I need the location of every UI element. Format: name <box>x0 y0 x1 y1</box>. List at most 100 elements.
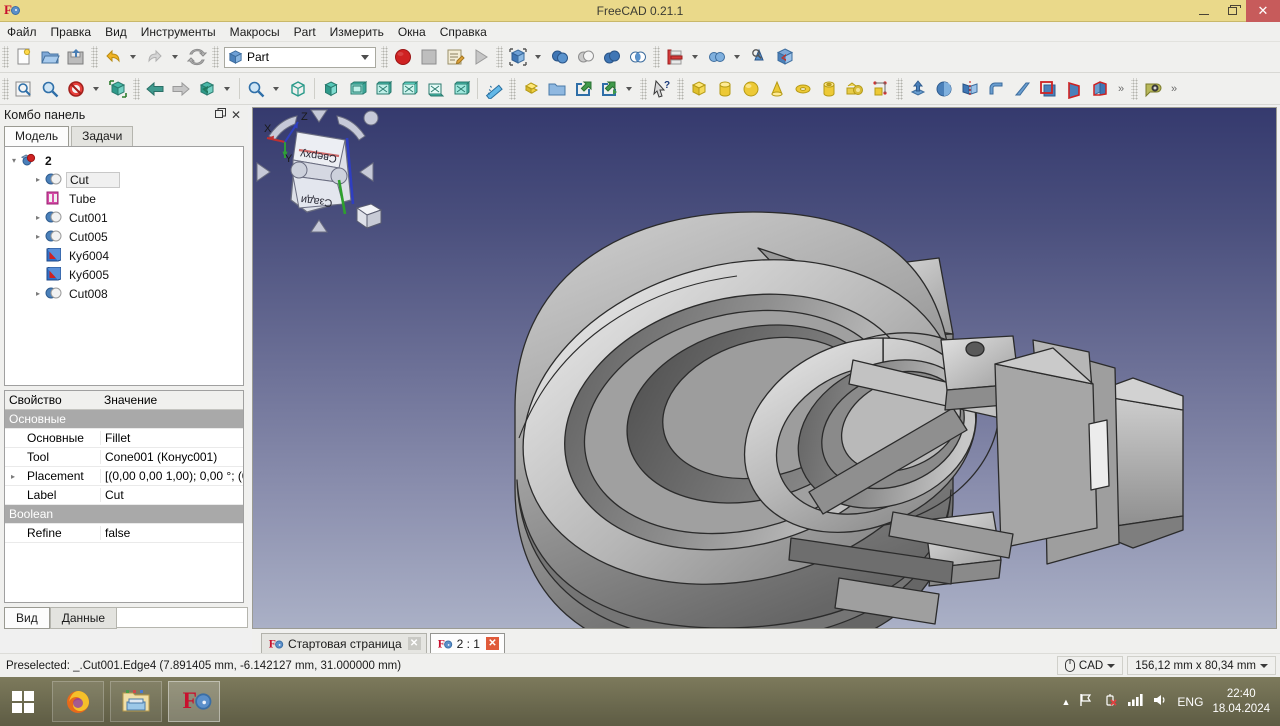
std-view-dropdown-icon[interactable] <box>220 76 236 102</box>
edit-note-icon[interactable] <box>442 44 468 70</box>
boolean-fragments-icon[interactable] <box>704 44 730 70</box>
sphere-primitive-icon[interactable] <box>738 76 764 102</box>
navigation-mode-selector[interactable]: CAD <box>1056 656 1124 675</box>
menu-tools[interactable]: Инструменты <box>134 22 223 42</box>
box-selection-dropdown-icon[interactable] <box>531 44 547 70</box>
cross-sections-icon[interactable] <box>662 44 688 70</box>
freecad-taskbar-icon[interactable]: F <box>168 681 220 722</box>
tree-expander[interactable]: ▸ <box>31 213 45 222</box>
tree-item-cut[interactable]: ▸ Cut <box>7 170 241 189</box>
doc-tab-document-2[interactable]: F 2 : 1 ✕ <box>429 633 505 653</box>
tab-tasks[interactable]: Задачи <box>71 126 134 146</box>
menu-macros[interactable]: Макросы <box>223 22 287 42</box>
property-value[interactable]: Cut <box>100 488 243 502</box>
property-expander[interactable]: ▸ <box>11 472 15 481</box>
cross-sections-dropdown-icon[interactable] <box>688 44 704 70</box>
check-geometry-icon[interactable] <box>746 44 772 70</box>
union-icon[interactable] <box>599 44 625 70</box>
cylinder-primitive-icon[interactable] <box>712 76 738 102</box>
tree-expander[interactable]: ▸ <box>31 289 45 298</box>
redo-dropdown-icon[interactable] <box>168 44 184 70</box>
3d-viewport[interactable]: Сверху Сзади X Y Z <box>252 107 1277 629</box>
front-view-icon[interactable] <box>318 76 344 102</box>
box-selection-icon[interactable] <box>505 44 531 70</box>
bottom-view-icon[interactable] <box>422 76 448 102</box>
close-panel-icon[interactable]: ✕ <box>228 108 244 122</box>
model-tree[interactable]: ▾ 2 ▸ Cut Tube ▸ Cut001 ▸ Cut005 Куб004 … <box>4 146 244 386</box>
toolbar-grip-6[interactable] <box>653 46 660 68</box>
import-icon[interactable] <box>570 76 596 102</box>
whats-this-icon[interactable]: ? <box>649 76 675 102</box>
execute-macro-icon[interactable] <box>468 44 494 70</box>
property-row-placement[interactable]: ▸ Placement [(0,00 0,00 1,00); 0,00 °; (… <box>5 467 243 486</box>
dimension-caret[interactable] <box>1260 663 1268 668</box>
show-hidden-icons-button[interactable]: ▲ <box>1062 697 1071 707</box>
close-button[interactable]: ✕ <box>1246 0 1280 22</box>
property-value[interactable]: Cone001 (Конус001) <box>100 450 243 464</box>
property-value[interactable]: false <box>100 526 243 540</box>
box-primitive-icon[interactable] <box>686 76 712 102</box>
property-group-basic[interactable]: Основные <box>5 410 243 429</box>
undo-icon[interactable] <box>100 44 126 70</box>
tab-view[interactable]: Вид <box>4 607 50 629</box>
menu-edit[interactable]: Правка <box>44 22 99 42</box>
workbench-dropdown-icon[interactable] <box>361 54 369 60</box>
redo-icon[interactable] <box>142 44 168 70</box>
dimension-indicator[interactable]: 156,12 mm x 80,34 mm <box>1127 656 1276 675</box>
tree-item-kub005[interactable]: Куб005 <box>7 265 241 284</box>
cone-primitive-icon[interactable] <box>764 76 790 102</box>
new-document-icon[interactable] <box>11 44 37 70</box>
tree-expander[interactable]: ▸ <box>31 175 45 184</box>
tree-item-document[interactable]: ▾ 2 <box>7 151 241 170</box>
doc-tab-start-page[interactable]: F Стартовая страница ✕ <box>261 633 427 653</box>
measure-icon[interactable] <box>481 76 507 102</box>
sweep-icon[interactable] <box>1087 76 1113 102</box>
property-editor[interactable]: Свойство Значение Основные Основные Fill… <box>4 390 244 603</box>
right-view-icon[interactable] <box>370 76 396 102</box>
navigation-mode-caret[interactable] <box>1107 663 1116 668</box>
open-document-icon[interactable] <box>37 44 63 70</box>
doc-tab-close-icon[interactable]: ✕ <box>485 637 499 650</box>
tree-expander[interactable]: ▸ <box>31 232 45 241</box>
extrude-icon[interactable] <box>518 76 544 102</box>
toolbar-grip-4[interactable] <box>381 46 388 68</box>
doc-tab-close-icon[interactable]: ✕ <box>407 637 421 650</box>
clock[interactable]: 22:40 18.04.2024 <box>1212 687 1270 717</box>
toolbar2-grip-4[interactable] <box>640 77 647 100</box>
toolbar-grip-3[interactable] <box>212 46 219 68</box>
intersection-icon[interactable] <box>625 44 651 70</box>
refine-shape-icon[interactable] <box>772 44 798 70</box>
refresh-icon[interactable] <box>184 44 210 70</box>
toolbar2-grip-7[interactable] <box>1131 77 1138 100</box>
language-indicator[interactable]: ENG <box>1177 695 1203 709</box>
property-row-tool[interactable]: Tool Cone001 (Конус001) <box>5 448 243 467</box>
primitives-icon[interactable] <box>868 76 894 102</box>
menu-help[interactable]: Справка <box>433 22 494 42</box>
ruled-surface-icon[interactable] <box>1035 76 1061 102</box>
toolbar-grip-2[interactable] <box>91 46 98 68</box>
minimize-button[interactable] <box>1190 0 1218 22</box>
draw-style-icon[interactable] <box>63 76 89 102</box>
flag-icon[interactable] <box>1079 693 1094 710</box>
tree-item-cut005[interactable]: ▸ Cut005 <box>7 227 241 246</box>
property-value[interactable]: Fillet <box>100 431 243 445</box>
sphere-red-icon[interactable] <box>390 44 416 70</box>
property-row-refine[interactable]: Refine false <box>5 524 243 543</box>
mirror-icon[interactable] <box>957 76 983 102</box>
compound-icon[interactable] <box>573 44 599 70</box>
axonometric-icon[interactable] <box>285 76 311 102</box>
menu-file[interactable]: Файл <box>0 22 44 42</box>
toolbar2-grip-3[interactable] <box>509 77 516 100</box>
toolbar2-grip-5[interactable] <box>677 77 684 100</box>
tab-model[interactable]: Модель <box>4 126 70 146</box>
tube-primitive-icon[interactable] <box>816 76 842 102</box>
toolbar2-grip-6[interactable] <box>896 77 903 100</box>
property-value[interactable]: [(0,00 0,00 1,00); 0,00 °; (0,... <box>100 469 243 483</box>
toolbar2-grip-2[interactable] <box>133 77 140 100</box>
volume-icon[interactable] <box>1152 693 1168 710</box>
box-element-selection-icon[interactable] <box>105 76 131 102</box>
network-icon[interactable] <box>1127 693 1144 710</box>
boolean-fragments-dropdown-icon[interactable] <box>730 44 746 70</box>
property-row-label[interactable]: Label Cut <box>5 486 243 505</box>
shape-builder-icon[interactable] <box>842 76 868 102</box>
